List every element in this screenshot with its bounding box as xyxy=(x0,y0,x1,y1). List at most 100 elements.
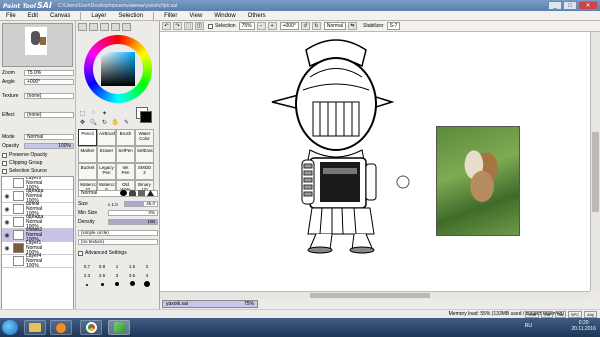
eye-icon[interactable]: ◉ xyxy=(3,192,11,200)
stabilizer-select[interactable]: S-7 xyxy=(386,22,401,30)
brush-tool[interactable]: Eraser xyxy=(97,146,116,163)
close-button[interactable]: ✕ xyxy=(578,1,598,10)
size-preset[interactable]: 3.5 xyxy=(125,272,139,280)
size-preset[interactable]: 3 xyxy=(110,272,124,280)
density-slider[interactable]: 100 xyxy=(108,219,158,225)
size-multiplier[interactable]: x 1.0 xyxy=(108,202,124,207)
brush-texture-select[interactable]: (no texture) xyxy=(78,239,158,245)
menu-filter[interactable]: Filter xyxy=(164,13,177,19)
rotate-icon[interactable]: ↻ xyxy=(100,119,109,126)
vertical-scrollbar[interactable] xyxy=(590,32,600,291)
taskbar-media-icon[interactable] xyxy=(50,320,72,335)
hsv-slider-button[interactable] xyxy=(100,23,109,31)
document-tab[interactable]: yaxoik.sai 75% xyxy=(162,300,258,308)
select-rect-icon[interactable]: ⬚ xyxy=(78,110,87,117)
brush-shape-round-icon[interactable] xyxy=(120,190,127,196)
brush-tool[interactable]: Bucket xyxy=(78,163,97,180)
layer-mode-select[interactable]: Normal xyxy=(24,134,74,140)
opacity-slider[interactable]: 100% xyxy=(24,143,74,149)
brush-tool[interactable]: Pencil xyxy=(78,129,97,146)
size-preset[interactable] xyxy=(80,281,94,289)
brush-shape-triangle-icon[interactable] xyxy=(147,190,154,196)
saturation-value-square[interactable] xyxy=(101,52,135,86)
eye-icon[interactable]: ◉ xyxy=(3,205,11,213)
brush-tool[interactable]: Ink Pen xyxy=(116,163,135,180)
horizontal-scroll-thumb[interactable] xyxy=(310,293,430,298)
brush-shape-square-icon[interactable] xyxy=(138,190,145,196)
eye-icon[interactable]: ◉ xyxy=(3,244,11,252)
eyedropper-icon[interactable]: ✎ xyxy=(122,119,131,126)
eye-icon[interactable]: ◉ xyxy=(3,218,11,226)
swatches-button[interactable] xyxy=(111,23,120,31)
texture-select[interactable]: (none) xyxy=(24,93,74,99)
taskbar-explorer-icon[interactable] xyxy=(24,320,46,335)
effect-select[interactable]: (none) xyxy=(24,112,74,118)
advanced-settings-row[interactable]: Advanced Settings xyxy=(78,249,158,257)
size-preset[interactable]: 0.7 xyxy=(80,263,94,271)
color-wheel-button[interactable] xyxy=(78,23,87,31)
min-size-slider[interactable]: 0% xyxy=(108,210,158,216)
minimize-button[interactable]: _ xyxy=(548,1,562,10)
view-mode-select[interactable]: Normal xyxy=(323,22,346,30)
redo-icon[interactable]: ↷ xyxy=(173,22,182,30)
flip-icon[interactable]: ⇋ xyxy=(347,22,357,30)
taskbar-chrome-icon[interactable] xyxy=(80,320,102,335)
drawing-canvas[interactable] xyxy=(160,32,590,291)
brush-tool[interactable]: Water Color xyxy=(135,129,154,146)
menu-window[interactable]: Window xyxy=(214,13,235,19)
clipping-group-checkbox[interactable]: Clipping Group xyxy=(2,159,74,167)
menu-view[interactable]: View xyxy=(189,13,202,19)
zoom-out-icon[interactable]: − xyxy=(256,22,266,30)
menu-file[interactable]: File xyxy=(6,13,16,19)
eye-icon[interactable] xyxy=(3,179,11,187)
size-preset[interactable]: 2.3 xyxy=(80,272,94,280)
brush-shape-select[interactable]: (simple circle) xyxy=(78,230,158,236)
maximize-button[interactable]: □ xyxy=(563,1,577,10)
vertical-scroll-thumb[interactable] xyxy=(592,132,599,212)
menu-selection[interactable]: Selection xyxy=(118,13,143,19)
brush-tool[interactable]: SelEras xyxy=(135,146,154,163)
scratchpad-button[interactable] xyxy=(122,23,131,31)
magic-wand-icon[interactable]: ✦ xyxy=(100,110,109,117)
angle-field[interactable]: +000° xyxy=(24,79,74,85)
selection-checkbox[interactable] xyxy=(208,23,213,29)
size-preset[interactable] xyxy=(110,281,124,289)
eye-icon[interactable]: ◉ xyxy=(3,231,11,239)
selection-source-checkbox[interactable]: Selection Source xyxy=(2,167,74,175)
size-preset[interactable]: 2.6 xyxy=(95,272,109,280)
menu-layer[interactable]: Layer xyxy=(91,13,106,19)
color-wheel[interactable] xyxy=(84,35,152,103)
horizontal-scrollbar[interactable] xyxy=(160,291,590,299)
size-slider[interactable]: 45.0 xyxy=(124,201,158,207)
preserve-opacity-checkbox[interactable]: Preserve Opacity xyxy=(2,151,74,159)
advanced-settings-checkbox[interactable] xyxy=(78,250,83,256)
start-button[interactable] xyxy=(2,320,18,335)
canvas-zoom-field[interactable]: 75% xyxy=(238,22,255,30)
size-preset[interactable] xyxy=(125,281,139,289)
menu-others[interactable]: Others xyxy=(248,13,266,19)
size-preset[interactable]: 2 xyxy=(140,263,154,271)
size-preset[interactable]: 1 xyxy=(110,263,124,271)
brush-tool[interactable]: SelPen xyxy=(116,146,135,163)
layer-row[interactable]: Layer4 Normal 100% xyxy=(2,253,73,268)
system-clock[interactable]: 0:20 20.11.2016 xyxy=(571,320,596,332)
zoom-in-icon[interactable]: + xyxy=(267,22,277,30)
brush-tool[interactable]: Brush xyxy=(116,129,135,146)
brush-tool[interactable]: Legacy Pen xyxy=(97,163,116,180)
menu-canvas[interactable]: Canvas xyxy=(50,13,70,19)
language-indicator[interactable]: RU xyxy=(525,323,532,329)
brush-tool[interactable]: AirBrush xyxy=(97,129,116,146)
rotate-left-icon[interactable]: ↺ xyxy=(300,22,310,30)
size-preset[interactable] xyxy=(140,281,154,289)
brush-tool[interactable]: SMDD 2 xyxy=(135,163,154,180)
menu-edit[interactable]: Edit xyxy=(28,13,38,19)
zoom-icon[interactable]: 🔍 xyxy=(89,119,98,126)
size-preset[interactable]: 4 xyxy=(140,272,154,280)
size-preset[interactable] xyxy=(95,281,109,289)
eye-icon[interactable] xyxy=(3,257,11,265)
hand-icon[interactable]: ✋ xyxy=(111,119,120,126)
move-icon[interactable]: ✥ xyxy=(78,119,87,126)
deselect-icon[interactable]: ⬚ xyxy=(184,22,193,30)
brush-tool[interactable]: Marker xyxy=(78,146,97,163)
invert-selection-icon[interactable]: ◫ xyxy=(195,22,204,30)
